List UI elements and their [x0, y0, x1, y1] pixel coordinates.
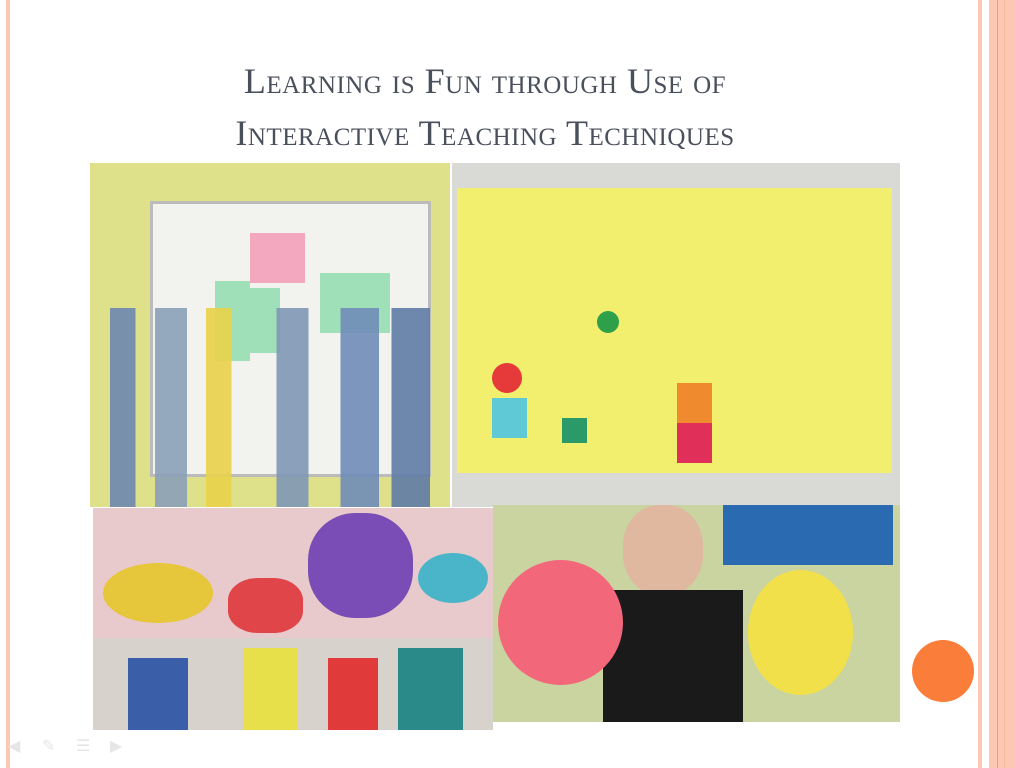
title-line-2: Interactive Teaching Techniques — [235, 113, 735, 153]
pen-icon[interactable]: ✎ — [42, 738, 60, 754]
decorative-orange-circle — [912, 640, 974, 702]
arrow-left-icon[interactable]: ◀ — [8, 738, 26, 754]
right-border-line — [997, 0, 998, 768]
photo-children-fish-puppets — [93, 508, 493, 730]
menu-icon[interactable]: ☰ — [76, 738, 94, 754]
right-border-line — [1004, 0, 1005, 768]
left-border-stripe — [6, 0, 10, 768]
photo-students-whiteboard — [90, 163, 450, 507]
title-line-1: Learning is Fun through Use of — [243, 61, 727, 101]
photo-number-board-game — [452, 163, 900, 507]
slide-title: Learning is Fun through Use of Interacti… — [60, 55, 910, 159]
right-border-band — [989, 0, 1015, 768]
right-border-stripe — [978, 0, 982, 768]
photo-teacher-fruit-puppets — [493, 505, 900, 722]
arrow-right-icon[interactable]: ▶ — [110, 738, 128, 754]
